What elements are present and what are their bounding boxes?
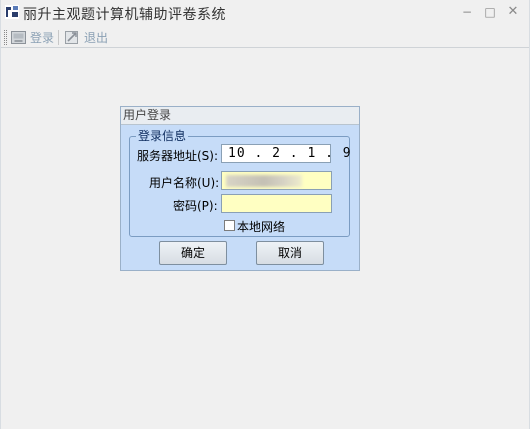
toolbar-separator	[58, 30, 59, 45]
dialog-title[interactable]: 用户登录	[121, 107, 359, 125]
password-label: 密码(P):	[173, 199, 218, 213]
toolbar-grip[interactable]	[4, 30, 7, 45]
logout-label: 退出	[84, 30, 109, 45]
logout-button[interactable]: 退出	[65, 28, 108, 46]
redacted-username	[226, 175, 302, 187]
title-bar[interactable]: 丽升主观题计算机辅助评卷系统 − □ ✕	[1, 0, 529, 26]
login-label: 登录	[30, 30, 55, 45]
app-logo-icon	[5, 5, 19, 19]
group-label: 登录信息	[136, 127, 189, 144]
toolbar: 登录 退出	[1, 26, 529, 48]
local-network-label[interactable]: 本地网络	[237, 218, 285, 235]
server-address-input[interactable]: 10 . 2 . 1 . 9	[221, 144, 351, 163]
cancel-button[interactable]: 取消	[256, 241, 324, 265]
maximize-button[interactable]: □	[479, 3, 501, 21]
ok-button[interactable]: 确定	[159, 241, 227, 265]
login-dialog: 用户登录 登录信息 服务器地址(S): 10 . 2 . 1 . 9 用户名称(…	[120, 106, 360, 271]
close-button[interactable]: ✕	[502, 3, 524, 21]
logout-icon	[65, 30, 78, 44]
window-title: 丽升主观题计算机辅助评卷系统	[23, 7, 226, 23]
server-address-label: 服务器地址(S):	[137, 149, 219, 163]
username-label: 用户名称(U):	[149, 176, 220, 190]
minimize-button[interactable]: −	[456, 3, 478, 21]
main-window: 丽升主观题计算机辅助评卷系统 − □ ✕ 登录 退出 用户登录 登录信息 服务器…	[0, 0, 530, 429]
username-input[interactable]	[221, 171, 332, 190]
password-input[interactable]	[221, 194, 332, 213]
login-icon	[11, 30, 26, 44]
login-button[interactable]: 登录	[11, 28, 54, 46]
local-network-checkbox[interactable]	[224, 220, 235, 231]
